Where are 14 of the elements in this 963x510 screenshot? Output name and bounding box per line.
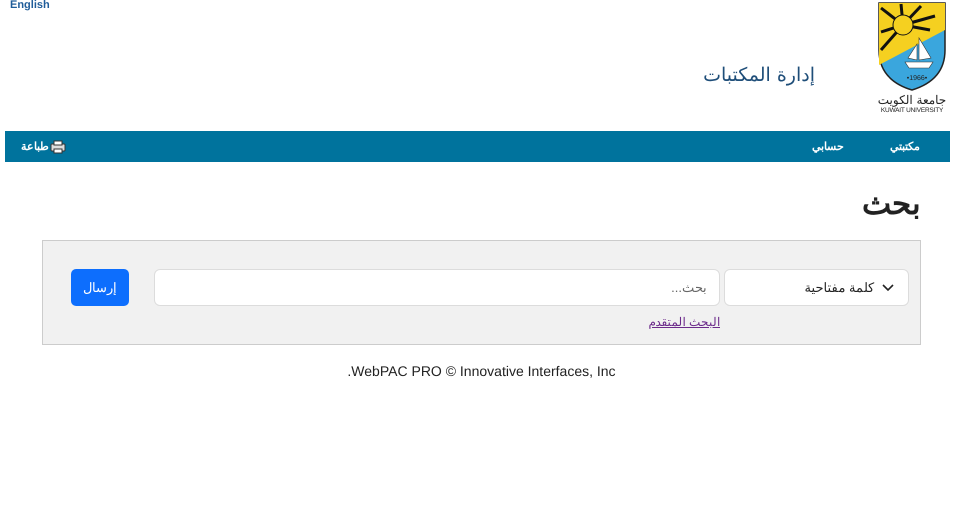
submit-button[interactable]: إرسال [71,269,129,306]
nav-link[interactable]: مكتبتي [890,140,920,153]
print-link[interactable]: طباعة [21,140,66,154]
language-link[interactable]: English [10,0,50,11]
search-field[interactable]: بحث... [154,269,720,306]
page-heading: بحث [862,185,921,223]
advanced-search-link[interactable]: البحث المتقدم [648,315,720,329]
chevron-down-icon [882,284,894,292]
university-name: جامعة الكويت [878,93,946,107]
footer-copyright: .WebPAC PRO © Innovative Interfaces, Inc [347,363,616,379]
nav-link[interactable]: حسابي [812,140,844,153]
printer-icon [50,140,66,154]
library-title: إدارة المكتبات [703,64,815,86]
search-type-dropdown[interactable]: كلمة مفتاحية [724,269,909,306]
